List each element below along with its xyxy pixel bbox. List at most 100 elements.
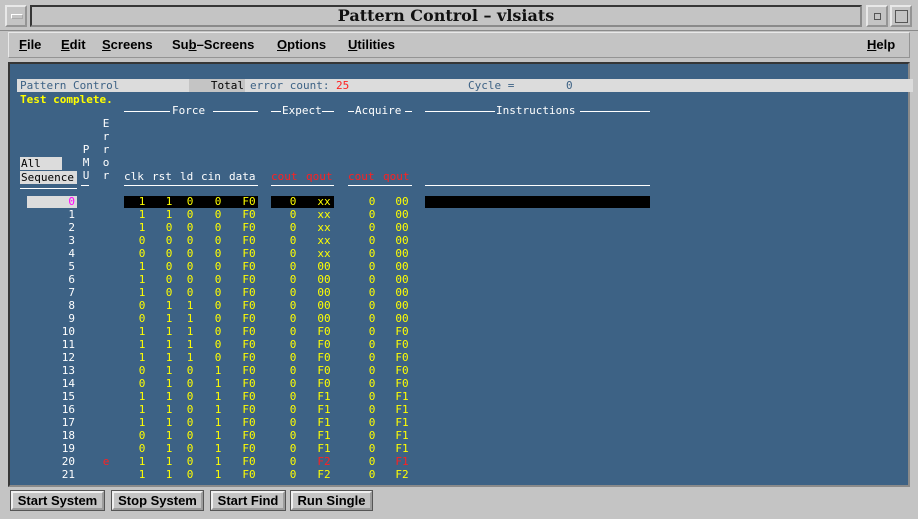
acquire-header: Acquire	[355, 104, 402, 117]
instructions-header: Instructions	[496, 104, 576, 117]
cell-ecout: 0	[289, 416, 297, 429]
menu-screens[interactable]: Screens	[102, 37, 153, 52]
cell-ld: 0	[186, 247, 194, 260]
cell-aqout: 00	[395, 195, 409, 208]
maximize-icon[interactable]	[890, 5, 912, 27]
cell-ecout: 0	[289, 273, 297, 286]
cell-data: F0	[242, 221, 256, 234]
cell-acout: 0	[368, 325, 376, 338]
all-button[interactable]: All	[20, 157, 62, 170]
start-system-button[interactable]: Start System	[10, 490, 105, 511]
cell-clk: 1	[138, 195, 146, 208]
cell-cin: 1	[214, 390, 222, 403]
selected-row-instruction[interactable]	[425, 196, 650, 208]
cell-rst: 1	[165, 299, 173, 312]
cell-aqout: F1	[395, 390, 409, 403]
menu-options[interactable]: Options	[277, 37, 326, 52]
col-clk: clk	[124, 170, 144, 183]
cell-cin: 1	[214, 364, 222, 377]
cell-data: F0	[242, 351, 256, 364]
cycle-label: Cycle =	[468, 79, 515, 92]
cell-rst: 1	[165, 208, 173, 221]
stop-system-button[interactable]: Stop System	[111, 490, 204, 511]
minimize-icon[interactable]	[866, 5, 888, 27]
menu-utilities[interactable]: Utilities	[348, 37, 395, 52]
cell-n: 15	[61, 390, 75, 403]
cell-rst: 1	[165, 403, 173, 416]
cell-ecout: 0	[289, 286, 297, 299]
cell-ld: 1	[186, 351, 194, 364]
cell-rst: 1	[165, 429, 173, 442]
menu-sub-screens[interactable]: Sub–Screens	[172, 37, 254, 52]
cell-ecout: 0	[289, 455, 297, 468]
cell-data: F0	[242, 208, 256, 221]
cell-eqout: xx	[317, 195, 331, 208]
cell-ecout: 0	[289, 403, 297, 416]
cell-rst: 1	[165, 390, 173, 403]
menu-file[interactable]: File	[19, 37, 41, 52]
cell-rst: 1	[165, 416, 173, 429]
cell-ecout: 0	[289, 260, 297, 273]
cell-n: 2	[68, 221, 75, 234]
total-button[interactable]: Total	[189, 79, 245, 92]
cell-aqout: F1	[395, 455, 409, 468]
col-expect-cout: cout	[271, 170, 298, 183]
pattern-panel: Pattern Control Total error count: 25 Cy…	[8, 62, 913, 487]
menu-bar: File Edit Screens Sub–Screens Options Ut…	[8, 32, 910, 58]
cell-cin: 0	[214, 221, 222, 234]
cell-rst: 0	[165, 221, 173, 234]
cell-cin: 0	[214, 351, 222, 364]
cell-cin: 1	[214, 429, 222, 442]
cell-eqout: F0	[317, 325, 331, 338]
cell-ld: 1	[186, 312, 194, 325]
cell-n: 18	[61, 429, 75, 442]
cell-ld: 0	[186, 364, 194, 377]
run-single-button[interactable]: Run Single	[290, 490, 373, 511]
cell-acout: 0	[368, 273, 376, 286]
cell-ecout: 0	[289, 468, 297, 481]
cell-rst: 0	[165, 286, 173, 299]
cell-aqout: 00	[395, 312, 409, 325]
cell-cin: 0	[214, 312, 222, 325]
cell-acout: 0	[368, 416, 376, 429]
cell-acout: 0	[368, 221, 376, 234]
cell-acout: 0	[368, 351, 376, 364]
force-header: Force	[172, 104, 206, 117]
cell-clk: 0	[138, 377, 146, 390]
cell-rst: 0	[165, 260, 173, 273]
cell-acout: 0	[368, 338, 376, 351]
cell-rst: 1	[165, 468, 173, 481]
cell-ld: 0	[186, 221, 194, 234]
menu-help[interactable]: Help	[867, 37, 895, 52]
cell-n: 4	[68, 247, 75, 260]
cell-ld: 0	[186, 442, 194, 455]
col-acquire-qout: qout	[383, 170, 410, 183]
cell-aqout: F1	[395, 429, 409, 442]
cell-ld: 0	[186, 286, 194, 299]
cell-data: F0	[242, 442, 256, 455]
cell-cin: 0	[214, 325, 222, 338]
start-find-button[interactable]: Start Find	[210, 490, 286, 511]
cell-clk: 1	[138, 260, 146, 273]
cell-ld: 0	[186, 208, 194, 221]
menu-edit[interactable]: Edit	[61, 37, 86, 52]
col-expect-qout: qout	[306, 170, 333, 183]
cell-err: e	[102, 455, 110, 468]
cell-rst: 0	[165, 273, 173, 286]
sequence-button[interactable]: Sequence	[20, 171, 77, 184]
cell-eqout: F0	[317, 377, 331, 390]
cell-n: 12	[61, 351, 75, 364]
cell-n: 5	[68, 260, 75, 273]
cell-aqout: 00	[395, 286, 409, 299]
window-menu-icon[interactable]	[5, 5, 27, 27]
col-acquire-cout: cout	[348, 170, 375, 183]
cell-ld: 1	[186, 338, 194, 351]
cell-rst: 0	[165, 234, 173, 247]
cell-aqout: 00	[395, 208, 409, 221]
cell-rst: 1	[165, 442, 173, 455]
cell-clk: 1	[138, 351, 146, 364]
cell-n: 11	[61, 338, 75, 351]
cell-eqout: xx	[317, 234, 331, 247]
cell-clk: 0	[138, 442, 146, 455]
cell-n: 17	[61, 416, 75, 429]
